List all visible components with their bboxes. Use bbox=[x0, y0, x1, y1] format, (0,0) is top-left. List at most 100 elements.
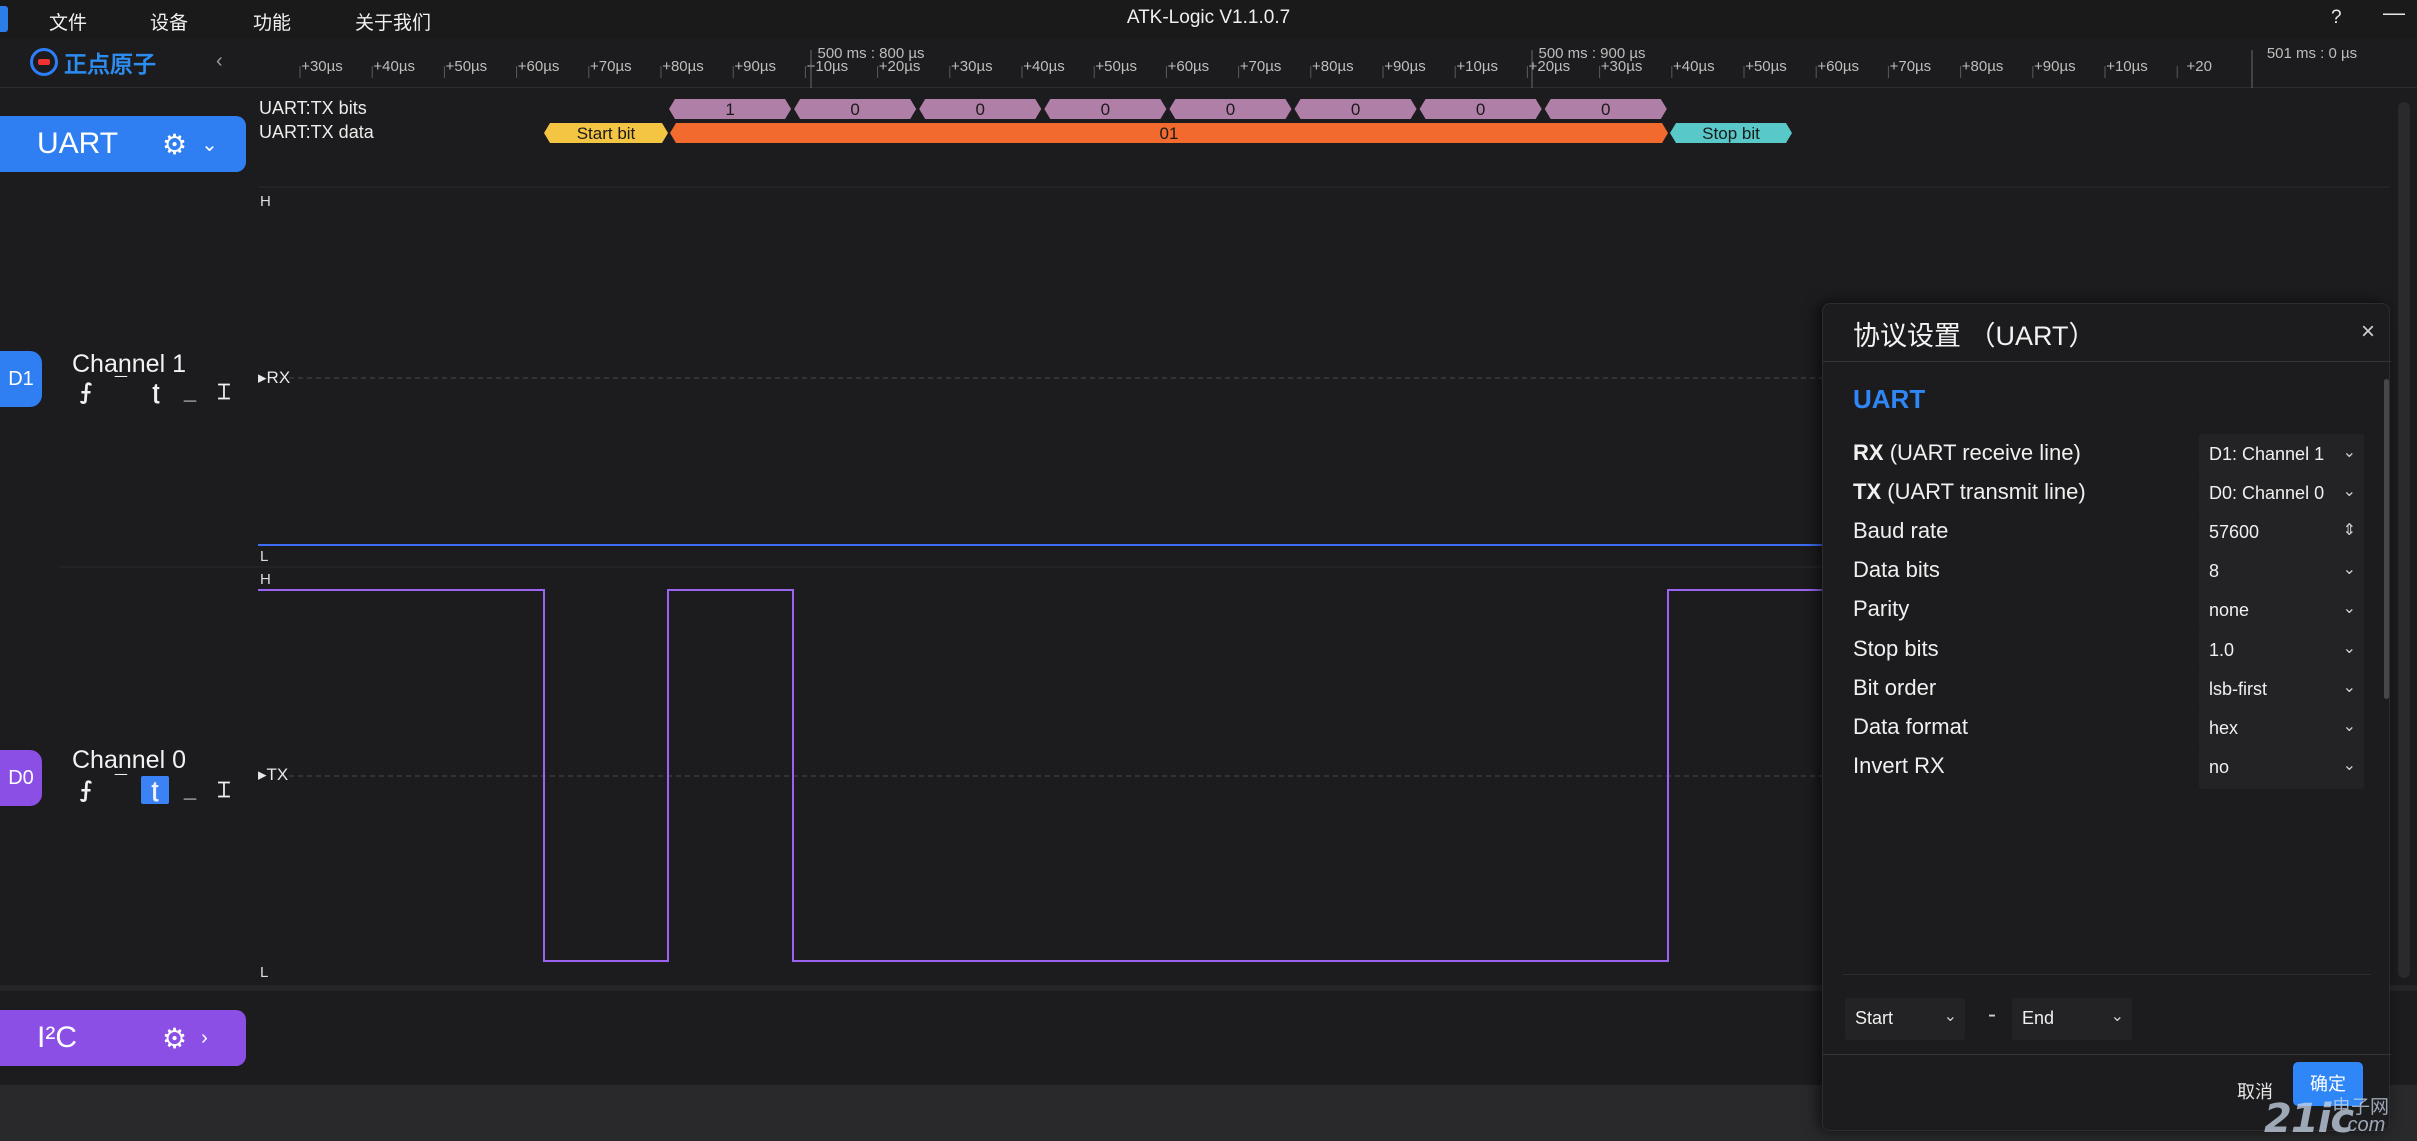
rx-signal-label: RX bbox=[266, 368, 291, 387]
ruler-tick-label: +60µs bbox=[1817, 58, 1859, 75]
field-value: no bbox=[2209, 757, 2230, 777]
field-value: 8 bbox=[2209, 561, 2220, 581]
field-label-text: Data bits bbox=[1853, 557, 1940, 582]
field-select[interactable]: 8 ⌄ bbox=[2199, 551, 2364, 593]
any-edge-icon[interactable]: ⌶ bbox=[210, 378, 238, 406]
minimize-button[interactable]: — bbox=[2383, 0, 2405, 26]
chevron-right-icon[interactable]: › bbox=[201, 1027, 208, 1050]
tx-bit-segment-label: 0 bbox=[1601, 100, 1610, 119]
chevron-down-icon: ⌄ bbox=[2110, 1008, 2124, 1025]
gear-icon[interactable]: ⚙ bbox=[162, 1022, 187, 1055]
chevron-down-icon: ⌄ bbox=[1943, 1008, 1957, 1025]
tx-bit-segment bbox=[1169, 99, 1292, 119]
chevron-down-icon: ⌄ bbox=[2342, 718, 2356, 735]
uart-tx-bits-label: UART:TX bits bbox=[259, 98, 367, 118]
tx-bit-segment-label: 1 bbox=[725, 100, 734, 119]
i2c-decoder-label: I²C bbox=[37, 1021, 77, 1054]
title-bar: 文件 设备 功能 关于我们 ATK-Logic V1.1.0.7 ? — bbox=[0, 0, 2417, 38]
tx-signal-tag: ▸TX bbox=[258, 765, 289, 784]
tx-bit-segment-label: 0 bbox=[976, 100, 985, 119]
high-level-icon[interactable]: ¯ bbox=[107, 770, 135, 798]
dialog-scrollbar[interactable] bbox=[2384, 379, 2389, 699]
field-select[interactable]: lsb-first ⌄ bbox=[2199, 669, 2364, 711]
rising-edge-icon[interactable]: ⨍ bbox=[72, 776, 100, 804]
spinner-icon: ⇕ bbox=[2342, 522, 2356, 539]
d1-high-label: H bbox=[260, 193, 271, 210]
ruler-marker-label: 500 ms : 800 µs bbox=[817, 45, 924, 62]
stop-bit-segment-label: Stop bit bbox=[1702, 124, 1760, 143]
ruler-tick-label: +50µs bbox=[1095, 58, 1137, 75]
field-select[interactable]: no ⌄ bbox=[2199, 747, 2364, 789]
tx-waveform bbox=[258, 589, 1822, 962]
channel-d0-badge[interactable]: D0 bbox=[0, 750, 42, 806]
field-label-text: Invert RX bbox=[1853, 753, 1945, 778]
tx-bit-segment bbox=[669, 99, 792, 119]
chevron-down-icon[interactable]: ⌄ bbox=[201, 132, 218, 157]
tx-data-segment bbox=[670, 123, 1668, 143]
chevron-down-icon: ⌄ bbox=[2342, 444, 2356, 461]
i2c-decoder-button[interactable]: I²C ⚙ › bbox=[0, 1010, 246, 1066]
any-edge-icon[interactable]: ⌶ bbox=[210, 776, 238, 804]
field-label: TX (UART transmit line) bbox=[1853, 479, 2086, 505]
low-level-icon[interactable]: _ bbox=[176, 776, 204, 804]
time-ruler[interactable]: 正点原子 ‹ +30µs +40µs +50µs +60µs +70µs +80µs +90… bbox=[0, 38, 2417, 88]
chevron-down-icon: ⌄ bbox=[2342, 600, 2356, 617]
tx-signal-label: TX bbox=[266, 765, 289, 784]
dialog-divider bbox=[1823, 361, 2391, 362]
ruler-tick-label: +10µs bbox=[2106, 58, 2148, 75]
field-value: 57600 bbox=[2209, 522, 2260, 542]
chevron-down-icon: ⌄ bbox=[2342, 757, 2356, 774]
uart-tx-data-label: UART:TX data bbox=[259, 122, 374, 142]
field-select[interactable]: D1: Channel 1 ⌄ bbox=[2199, 434, 2364, 476]
tx-bit-segment bbox=[794, 99, 917, 119]
field-select[interactable]: 1.0 ⌄ bbox=[2199, 630, 2364, 672]
field-label: Baud rate bbox=[1853, 518, 1948, 544]
stop-bit-segment bbox=[1670, 123, 1792, 143]
ruler-tick-label: +50µs bbox=[1745, 58, 1787, 75]
field-label-text: (UART transmit line) bbox=[1887, 479, 2086, 504]
d0-high-label: H bbox=[260, 571, 271, 588]
field-select[interactable]: D0: Channel 0 ⌄ bbox=[2199, 473, 2364, 515]
field-select[interactable]: hex ⌄ bbox=[2199, 708, 2364, 750]
chevron-down-icon: ⌄ bbox=[2342, 483, 2356, 500]
ruler-tick-label: +70µs bbox=[1890, 58, 1932, 75]
low-level-icon[interactable]: _ bbox=[176, 378, 204, 406]
range-start-select[interactable]: Start ⌄ bbox=[1845, 998, 1965, 1040]
vertical-scrollbar[interactable] bbox=[2390, 100, 2417, 980]
falling-edge-icon[interactable]: ʈ bbox=[142, 378, 170, 406]
start-bit-segment bbox=[544, 123, 668, 143]
field-key: RX bbox=[1853, 440, 1884, 465]
rising-edge-icon[interactable]: ⨍ bbox=[72, 378, 100, 406]
ruler-tick-label: +20 bbox=[2186, 58, 2211, 75]
field-value: D0: Channel 0 bbox=[2209, 483, 2325, 503]
protocol-settings-dialog: 协议设置 （UART） × UART RX (UART receive line… bbox=[1822, 303, 2391, 1131]
range-start-value: Start bbox=[1855, 1008, 1894, 1028]
field-label-text: Data format bbox=[1853, 714, 1968, 739]
range-end-select[interactable]: End ⌄ bbox=[2012, 998, 2132, 1040]
uart-decoder-label: UART bbox=[37, 127, 119, 160]
field-label: Stop bits bbox=[1853, 636, 1939, 662]
tx-data-segment-label: 01 bbox=[1160, 124, 1179, 143]
help-button[interactable]: ? bbox=[2331, 7, 2342, 29]
tx-bit-segment bbox=[1544, 99, 1667, 119]
watermark-domain: .com bbox=[2342, 1114, 2386, 1136]
high-level-icon[interactable]: ¯ bbox=[107, 372, 135, 400]
range-separator: - bbox=[1988, 1001, 1996, 1028]
tx-bit-segment bbox=[919, 99, 1042, 119]
field-select[interactable]: none ⌄ bbox=[2199, 590, 2364, 632]
tx-bit-segment bbox=[1294, 99, 1417, 119]
field-label: Bit order bbox=[1853, 675, 1936, 701]
channel-d1-badge[interactable]: D1 bbox=[0, 351, 42, 407]
baud-rate-spinbox[interactable]: 57600 ⇕ bbox=[2199, 512, 2364, 554]
ruler-tick-label: +80µs bbox=[1312, 58, 1354, 75]
ruler-marker-label: 501 ms : 0 µs bbox=[2267, 45, 2357, 62]
d1-low-label: L bbox=[260, 548, 269, 565]
ruler-tick-label: +40µs bbox=[373, 58, 415, 75]
close-icon[interactable]: × bbox=[2361, 318, 2375, 346]
section-title: UART bbox=[1853, 384, 1926, 414]
uart-decoder-button[interactable]: UART ⚙ ⌄ bbox=[0, 116, 246, 172]
gear-icon[interactable]: ⚙ bbox=[162, 128, 187, 161]
ruler-tick-label: +90µs bbox=[1384, 58, 1426, 75]
field-label: RX (UART receive line) bbox=[1853, 440, 2081, 466]
falling-edge-icon[interactable]: ʈ bbox=[141, 776, 169, 804]
